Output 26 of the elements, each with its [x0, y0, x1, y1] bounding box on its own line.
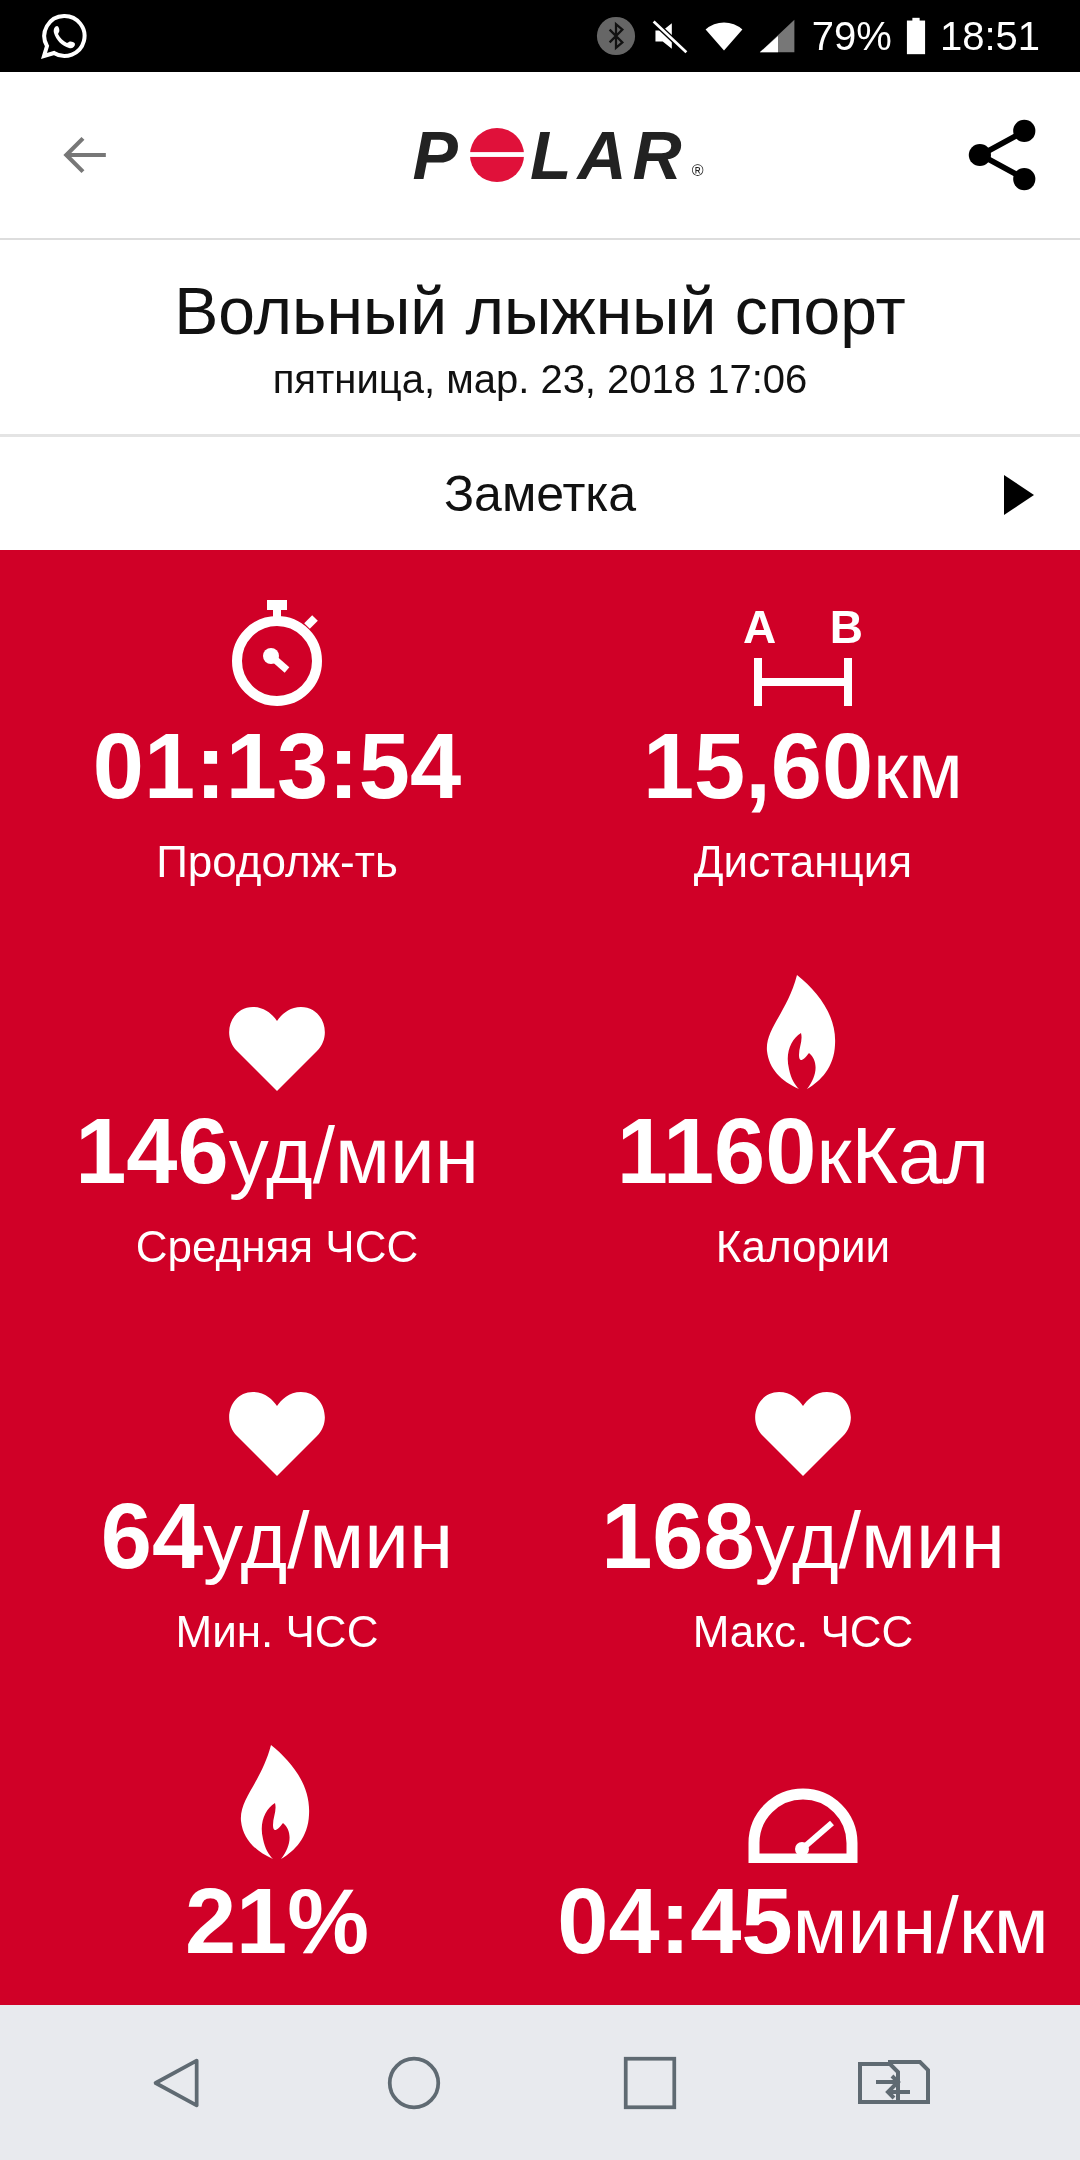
stat-label: Продолж-ть	[156, 836, 398, 888]
chat-bubble-icon	[40, 12, 88, 60]
stat-value: 15,60км	[642, 720, 964, 819]
stat-label: Калории	[715, 1221, 891, 1273]
workout-date: пятница, мар. 23, 2018 17:06	[272, 357, 808, 403]
battery-percent: 79%	[811, 13, 892, 59]
stat-value: 64уд/мин	[100, 1490, 454, 1589]
recents-icon[interactable]	[622, 2054, 678, 2111]
sim-switch-icon[interactable]	[858, 2059, 930, 2106]
play-icon	[1004, 475, 1034, 515]
stat-label: Дистанция	[693, 836, 913, 888]
workout-title: Вольный лыжный спорт	[174, 272, 906, 350]
stat-value: 1160кКал	[616, 1105, 990, 1204]
bluetooth-icon	[595, 16, 636, 56]
clock: 18:51	[939, 13, 1040, 59]
logo: P LAR®	[412, 116, 704, 194]
stat-value: 146уд/мин	[75, 1105, 479, 1204]
stat-value: 21%	[184, 1875, 370, 1974]
stat-value: 168уд/мин	[601, 1490, 1005, 1589]
battery-icon	[905, 15, 926, 57]
stat-label: Мин. ЧСС	[175, 1606, 379, 1658]
stat-label: Средняя ЧСС	[135, 1221, 419, 1273]
home-icon[interactable]	[386, 2054, 442, 2111]
stat-label: Макс. ЧСС	[692, 1606, 914, 1658]
stat-value: 04:45мин/км	[557, 1875, 1049, 1974]
stat-value: 01:13:54	[92, 720, 462, 819]
